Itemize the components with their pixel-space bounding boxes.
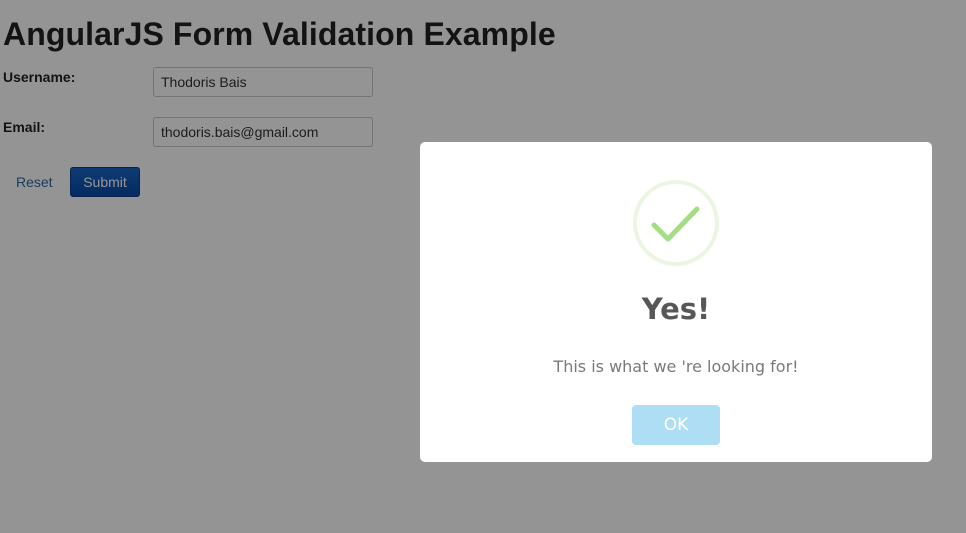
success-dialog: Yes! This is what we 're looking for! OK <box>420 142 932 462</box>
ok-button[interactable]: OK <box>632 405 720 445</box>
dialog-title: Yes! <box>641 292 711 326</box>
success-checkmark-icon <box>633 180 719 266</box>
dialog-message: This is what we 're looking for! <box>553 357 799 376</box>
